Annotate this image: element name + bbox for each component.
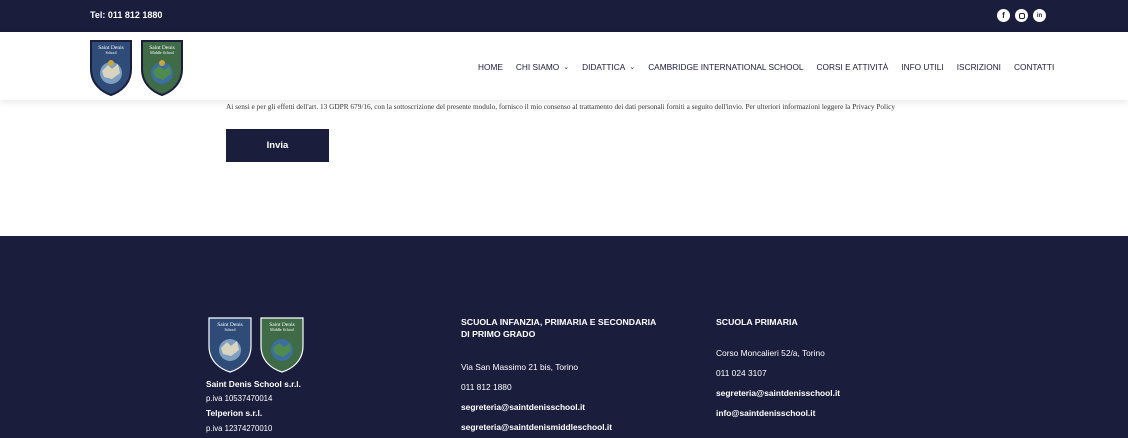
nav-label: INFO UTILI bbox=[901, 62, 944, 72]
nav-item-corsi[interactable]: CORSI E ATTIVITÀ bbox=[817, 62, 889, 72]
nav-item-chi-siamo[interactable]: CHI SIAMO ⌄ bbox=[516, 62, 569, 72]
privacy-consent-text: Ai sensi e per gli effetti dell'art. 13 … bbox=[226, 102, 895, 111]
col1-phone[interactable]: 011 812 1880 bbox=[461, 382, 512, 392]
company-name-1: Saint Denis School s.r.l. bbox=[206, 379, 301, 389]
nav-label: HOME bbox=[478, 62, 503, 72]
facebook-icon[interactable]: f bbox=[997, 9, 1010, 22]
nav-item-didattica[interactable]: DIDATTICA ⌄ bbox=[582, 62, 635, 72]
linkedin-icon[interactable]: in bbox=[1033, 9, 1046, 22]
chevron-down-icon: ⌄ bbox=[629, 64, 636, 71]
site-footer: Saint Denis School Saint Denis Middle Sc… bbox=[0, 236, 1128, 438]
nav-item-contatti[interactable]: CONTATTI bbox=[1014, 62, 1054, 72]
nav-label: CORSI E ATTIVITÀ bbox=[816, 62, 889, 72]
col1-email-2[interactable]: segreteria@saintdenismiddleschool.it bbox=[461, 422, 612, 432]
chevron-down-icon: ⌄ bbox=[563, 64, 570, 71]
main-navigation: HOME CHI SIAMO ⌄ DIDATTICA ⌄ CAMBRIDGE INT… bbox=[478, 62, 1054, 72]
logo-text-line2: School bbox=[105, 50, 117, 55]
col2-address: Corso Moncalieri 52/a, Torino bbox=[716, 348, 825, 358]
nav-label: ISCRIZIONI bbox=[956, 62, 1001, 72]
company-name-2: Telperion s.r.l. bbox=[206, 408, 263, 418]
col2-email-1[interactable]: segreteria@saintdenisschool.it bbox=[716, 388, 840, 398]
nav-label: CAMBRIDGE INTERNATIONAL SCHOOL bbox=[648, 62, 804, 72]
nav-item-info-utili[interactable]: INFO UTILI bbox=[901, 62, 943, 72]
company-vat-2: p.iva 12374270010 bbox=[206, 424, 273, 433]
nav-label: CONTATTI bbox=[1014, 62, 1055, 72]
col1-address: Via San Massimo 21 bis, Torino bbox=[461, 362, 578, 372]
col1-email-1[interactable]: segreteria@saintdenisschool.it bbox=[461, 402, 585, 412]
social-links: f in bbox=[997, 9, 1046, 22]
nav-label: CHI SIAMO bbox=[515, 62, 560, 72]
nav-item-iscrizioni[interactable]: ISCRIZIONI bbox=[957, 62, 1001, 72]
heading-line: SCUOLA INFANZIA, PRIMARIA E SECONDARIA bbox=[461, 317, 657, 327]
company-vat-1: p.iva 10537470014 bbox=[206, 394, 273, 403]
saint-denis-school-logo[interactable]: Saint Denis School bbox=[88, 39, 134, 97]
saint-denis-middle-school-logo[interactable]: Saint Denis Middle School bbox=[139, 39, 185, 97]
nav-item-cambridge[interactable]: CAMBRIDGE INTERNATIONAL SCHOOL bbox=[648, 62, 803, 72]
logo-text-line2: Middle School bbox=[270, 327, 295, 332]
footer-col1-heading: SCUOLA INFANZIA, PRIMARIA E SECONDARIA D… bbox=[461, 316, 656, 340]
site-header: Saint Denis School Saint Denis Middle Sc… bbox=[0, 32, 1128, 100]
footer-col2-heading: SCUOLA PRIMARIA bbox=[716, 317, 798, 327]
form-section: Ai sensi e per gli effetti dell'art. 13 … bbox=[0, 100, 1128, 236]
phone-number[interactable]: Tel: 011 812 1880 bbox=[90, 10, 162, 20]
nav-item-home[interactable]: HOME bbox=[478, 62, 503, 72]
instagram-icon[interactable] bbox=[1015, 9, 1028, 22]
nav-label: DIDATTICA bbox=[582, 62, 626, 72]
col2-email-2[interactable]: info@saintdenisschool.it bbox=[716, 408, 815, 418]
logo-text-line2: Middle School bbox=[150, 50, 175, 55]
submit-button[interactable]: Invia bbox=[226, 129, 329, 162]
heading-line: DI PRIMO GRADO bbox=[461, 329, 536, 339]
footer-logos: Saint Denis School Saint Denis Middle Sc… bbox=[207, 316, 307, 379]
col2-phone[interactable]: 011 024 3107 bbox=[716, 368, 767, 378]
top-bar: Tel: 011 812 1880 f in bbox=[0, 0, 1128, 32]
logo-text-line2: School bbox=[224, 327, 236, 332]
